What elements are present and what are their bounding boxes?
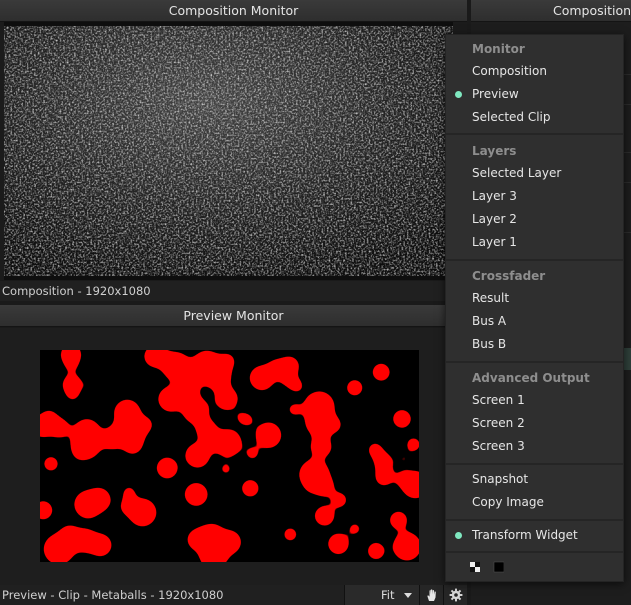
metaball-blob <box>398 453 410 465</box>
menu-header-crossfader: Crossfader <box>472 269 546 283</box>
menu-item-selected-layer[interactable]: Selected Layer <box>446 162 623 184</box>
menu-item-screen-2[interactable]: Screen 2 <box>446 412 623 434</box>
metaball-blob <box>345 379 364 397</box>
metaball-blob <box>184 442 211 469</box>
metaball-blob <box>119 498 137 516</box>
menu-item-selected-clip[interactable]: Selected Clip <box>446 106 623 128</box>
preview-status-bar: Preview - Clip - Metaballs - 1920x1080 <box>0 585 344 605</box>
chevron-down-icon <box>404 593 412 598</box>
fit-dropdown[interactable]: Fit <box>344 585 419 605</box>
menu-item-snapshot[interactable]: Snapshot <box>446 468 623 490</box>
metaball-blob <box>159 350 171 362</box>
metaball-blob <box>392 409 412 429</box>
metaball-blob <box>389 510 408 530</box>
composition-monitor-view[interactable] <box>0 22 467 280</box>
metaball-blob <box>219 462 233 476</box>
metaball-blob <box>214 386 239 411</box>
menu-separator <box>446 259 623 261</box>
metaball-blob <box>249 365 275 391</box>
metaball-blob <box>156 456 179 480</box>
background-swatch-row <box>470 561 505 573</box>
menu-item-screen-1[interactable]: Screen 1 <box>446 389 623 411</box>
metaball-blob <box>327 532 350 555</box>
metaball-blob <box>348 522 362 536</box>
metaball-blob <box>186 528 210 551</box>
enabled-dot-icon <box>455 532 462 539</box>
metaball-blob <box>234 411 246 422</box>
preview-monitor-view[interactable] <box>0 328 467 585</box>
menu-item-layer-2[interactable]: Layer 2 <box>446 208 623 230</box>
metaball-blob <box>331 492 348 508</box>
menu-separator <box>446 551 623 553</box>
metaball-blob <box>66 388 80 402</box>
hand-icon <box>426 589 436 601</box>
preview-monitor-title: Preview Monitor <box>0 305 467 327</box>
black-background-button[interactable] <box>493 561 505 573</box>
metaball-blob <box>366 541 386 561</box>
menu-separator <box>446 133 623 135</box>
metaball-blob <box>374 467 394 487</box>
metaball-blob <box>282 526 298 542</box>
metaball-blob <box>289 378 304 393</box>
metaball-blob <box>395 470 414 488</box>
menu-item-result[interactable]: Result <box>446 287 623 309</box>
metaball-blob <box>184 482 209 507</box>
menu-item-composition[interactable]: Composition <box>446 60 623 82</box>
metaball-blob <box>73 490 103 519</box>
metaball-blob <box>88 533 113 557</box>
composition-status-bar: Composition - 1920x1080 <box>0 281 467 301</box>
menu-item-bus-a[interactable]: Bus A <box>446 310 623 332</box>
metaball-blob <box>314 505 335 527</box>
metaballs-preview-image <box>40 350 419 562</box>
metaball-blob <box>310 435 333 458</box>
composition-noise-image <box>0 22 467 280</box>
menu-item-bus-b[interactable]: Bus B <box>446 333 623 355</box>
metaball-blob <box>245 446 260 461</box>
menu-item-preview[interactable]: Preview <box>446 83 623 105</box>
menu-item-layer-3[interactable]: Layer 3 <box>446 185 623 207</box>
menu-item-transform-widget[interactable]: Transform Widget <box>446 524 623 546</box>
menu-item-preview-label: Preview <box>472 87 519 101</box>
metaball-blob <box>195 419 218 441</box>
metaball-blob <box>157 386 184 413</box>
pan-hand-button[interactable] <box>419 585 443 605</box>
metaball-blob <box>241 479 260 498</box>
metaball-blob <box>304 406 336 437</box>
menu-item-copy-image[interactable]: Copy Image <box>446 491 623 513</box>
fit-dropdown-label: Fit <box>381 588 395 602</box>
menu-separator <box>446 519 623 521</box>
metaball-blob <box>191 350 223 382</box>
menu-item-screen-3[interactable]: Screen 3 <box>446 435 623 457</box>
metaball-blob <box>371 362 391 382</box>
metaball-blob <box>255 421 282 449</box>
monitor-settings-button[interactable] <box>443 585 467 605</box>
composition-panel-title: Composition <box>471 0 631 22</box>
metaball-blob <box>122 485 136 500</box>
checker-background-button[interactable] <box>470 562 480 572</box>
panel-scroll-highlight <box>623 348 631 370</box>
menu-item-transform-widget-label: Transform Widget <box>472 528 578 542</box>
metaball-blob <box>64 357 79 372</box>
metaball-blob <box>119 427 130 439</box>
monitor-context-menu[interactable]: Monitor Composition Preview Selected Cli… <box>445 34 624 582</box>
metaball-blob <box>136 416 154 434</box>
gear-icon <box>449 588 462 602</box>
metaball-blob <box>49 418 70 439</box>
metaball-blob <box>287 402 302 417</box>
menu-separator <box>446 463 623 465</box>
metaball-blob <box>72 418 101 447</box>
metaball-blob <box>42 455 60 472</box>
selected-dot-icon <box>455 91 462 98</box>
menu-header-advanced-output: Advanced Output <box>472 371 590 385</box>
metaball-blob <box>374 400 386 412</box>
menu-item-layer-1[interactable]: Layer 1 <box>446 231 623 253</box>
menu-separator <box>446 361 623 363</box>
composition-monitor-title: Composition Monitor <box>0 0 467 22</box>
metaball-blob <box>298 459 330 491</box>
metaball-blob <box>86 379 97 390</box>
menu-header-monitor: Monitor <box>472 42 525 56</box>
menu-header-layers: Layers <box>472 144 517 158</box>
